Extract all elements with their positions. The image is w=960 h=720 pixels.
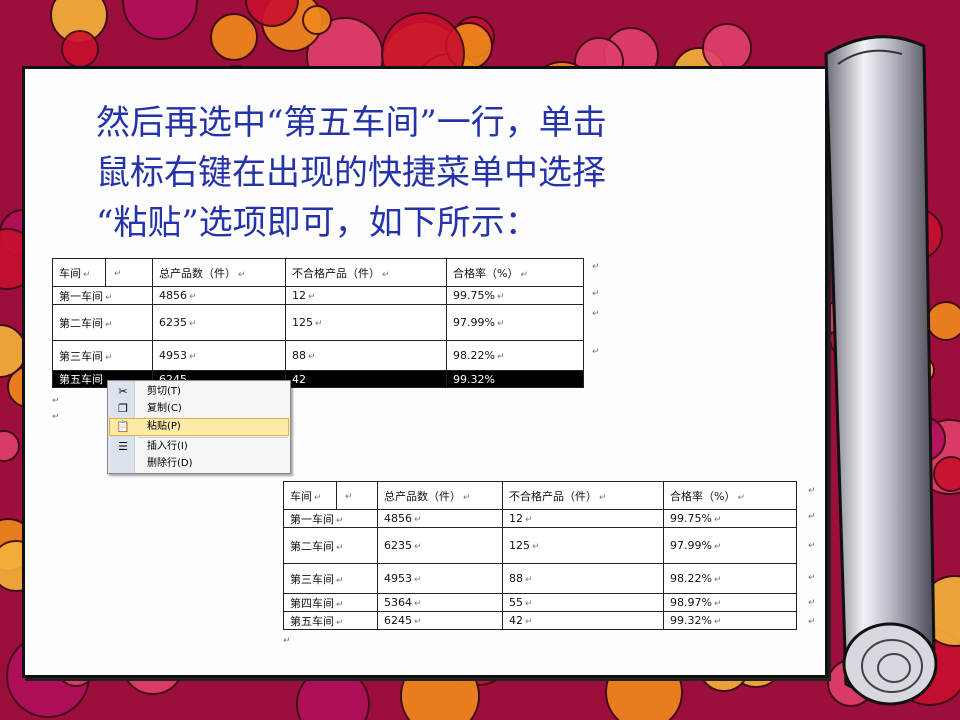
table-cell[interactable]: 99.75% ↵ [663,509,797,528]
table-cell[interactable]: 第三车间 ↵ [52,340,153,371]
header-cell[interactable]: 总产品数（件） ↵ [152,258,286,287]
table-cell[interactable]: 6235 ↵ [152,304,286,341]
menu-item-copy[interactable]: ❐ 复制(C) [110,401,286,417]
menu-item-delete-row[interactable]: 删除行(D) [110,456,286,472]
table-cell[interactable]: 第五车间 ↵ [283,611,378,630]
table-header-row: 车间 ↵ ↵ 总产品数（件） ↵ 不合格产品（件） ↵ 合格率（%） ↵ [283,481,797,510]
table-row[interactable]: 第三车间 ↵ 4953 ↵ 88 ↵ 98.22% ↵ [52,340,584,371]
table-cell[interactable]: 125 ↵ [502,527,664,564]
table-cell[interactable]: 第一车间 ↵ [52,286,153,305]
row-end-mark: ↵ [592,289,600,299]
slide-title: 然后再选中“第五车间”一行，单击 鼠标右键在出现的快捷菜单中选择 “粘贴”选项即… [96,98,796,248]
insert-row-icon: ☰ [118,440,128,453]
table-cell[interactable]: 4856 ↵ [377,509,503,528]
scroll-roll-decoration [824,35,938,706]
table-cell[interactable]: 99.32% ↵ [663,611,797,630]
table-cell[interactable]: 6245 ↵ [377,611,503,630]
table-cell[interactable]: 12 ↵ [502,509,664,528]
table-cell[interactable]: 第四车间 ↵ [283,593,378,612]
table-cell[interactable]: 99.75% ↵ [446,286,584,305]
result-table: 车间 ↵ ↵ 总产品数（件） ↵ 不合格产品（件） ↵ 合格率（%） ↵ 第一车间 ↵ 4… [283,481,797,630]
copy-icon: ❐ [118,402,128,415]
table-row[interactable]: 第二车间 ↵ 6235 ↵ 125 ↵ 97.99% ↵ [52,304,584,341]
row-end-mark: ↵ [808,598,816,608]
table-row[interactable]: 第一车间 ↵ 4856 ↵ 12 ↵ 99.75% ↵ [52,286,584,305]
table-cell[interactable]: 第三车间 ↵ [283,563,378,594]
table-row[interactable]: 第四车间 ↵ 5364 ↵ 55 ↵ 98.97% ↵ [283,593,797,612]
menu-item-paste[interactable]: 📋 粘贴(P) [109,418,289,436]
header-cell[interactable]: 不合格产品（件） ↵ [285,258,447,287]
header-cell[interactable]: 总产品数（件） ↵ [377,481,503,510]
row-end-mark: ↵ [592,347,600,357]
flower-petal [302,5,332,35]
table-row[interactable]: 第三车间 ↵ 4953 ↵ 88 ↵ 98.22% ↵ [283,563,797,594]
table-row[interactable]: 第一车间 ↵ 4856 ↵ 12 ↵ 99.75% ↵ [283,509,797,528]
table-cell[interactable]: 42 [285,370,447,388]
header-cell[interactable]: 车间 ↵ [52,258,106,287]
table-cell[interactable]: 4953 ↵ [152,340,286,371]
original-table: 车间 ↵ ↵ 总产品数（件） ↵ 不合格产品（件） ↵ 合格率（%） ↵ 第一车间 ↵ 4… [52,258,584,388]
title-line: 然后再选中“第五车间”一行，单击 [96,103,607,143]
title-line: “粘贴”选项即可，如下所示： [96,203,539,243]
table-cell[interactable]: 第一车间 ↵ [283,509,378,528]
title-line: 鼠标右键在出现的快捷菜单中选择 [96,153,606,193]
row-end-mark: ↵ [808,541,816,551]
menu-separator [138,437,288,438]
table-cell[interactable]: 第二车间 ↵ [52,304,153,341]
empty-cell[interactable]: ↵ [336,481,378,510]
row-end-mark: ↵ [592,262,600,272]
flower-petal [210,13,258,61]
table-cell[interactable]: 4856 ↵ [152,286,286,305]
table-cell[interactable]: 98.22% ↵ [446,340,584,371]
flower-petal [702,23,752,73]
table-cell[interactable]: 12 ↵ [285,286,447,305]
context-menu: ✂ 剪切(T) ❐ 复制(C) 📋 粘贴(P) ☰ 插入行(I) 删除行(D) [107,380,291,474]
table-cell[interactable]: 125 ↵ [285,304,447,341]
table-row[interactable]: 第二车间 ↵ 6235 ↵ 125 ↵ 97.99% ↵ [283,527,797,564]
table-cell[interactable]: 6235 ↵ [377,527,503,564]
table-cell[interactable]: 97.99% ↵ [663,527,797,564]
table-cell[interactable]: 98.97% ↵ [663,593,797,612]
table-row[interactable]: 第五车间 ↵ 6245 ↵ 42 ↵ 99.32% ↵ [283,611,797,630]
table-cell[interactable]: 88 ↵ [502,563,664,594]
header-cell[interactable]: 车间 ↵ [283,481,337,510]
paragraph-mark: ↵ [283,636,291,646]
flower-petal [61,30,99,68]
row-end-mark: ↵ [808,512,816,522]
table-cell[interactable]: 55 ↵ [502,593,664,612]
paragraph-mark: ↵ [52,412,60,422]
table-cell[interactable]: 5364 ↵ [377,593,503,612]
row-end-mark: ↵ [592,309,600,319]
header-cell[interactable]: 不合格产品（件） ↵ [502,481,664,510]
menu-item-cut[interactable]: ✂ 剪切(T) [110,384,286,400]
table-cell[interactable]: 88 ↵ [285,340,447,371]
table-cell[interactable]: 98.22% ↵ [663,563,797,594]
menu-item-insert-row[interactable]: ☰ 插入行(I) [110,439,286,455]
paragraph-mark: ↵ [52,396,60,406]
header-cell[interactable]: 合格率（%） ↵ [663,481,797,510]
scissors-icon: ✂ [118,385,128,398]
row-end-mark: ↵ [808,486,816,496]
row-end-mark: ↵ [808,617,816,627]
table-cell[interactable]: 99.32% [446,370,584,388]
table-cell[interactable]: 42 ↵ [502,611,664,630]
table-header-row: 车间 ↵ ↵ 总产品数（件） ↵ 不合格产品（件） ↵ 合格率（%） ↵ [52,258,584,287]
table-cell[interactable]: 97.99% ↵ [446,304,584,341]
table-cell[interactable]: 4953 ↵ [377,563,503,594]
header-cell[interactable]: 合格率（%） ↵ [446,258,584,287]
table-cell[interactable]: 第二车间 ↵ [283,527,378,564]
empty-cell[interactable]: ↵ [105,258,153,287]
paste-icon: 📋 [116,420,130,433]
row-end-mark: ↵ [808,573,816,583]
